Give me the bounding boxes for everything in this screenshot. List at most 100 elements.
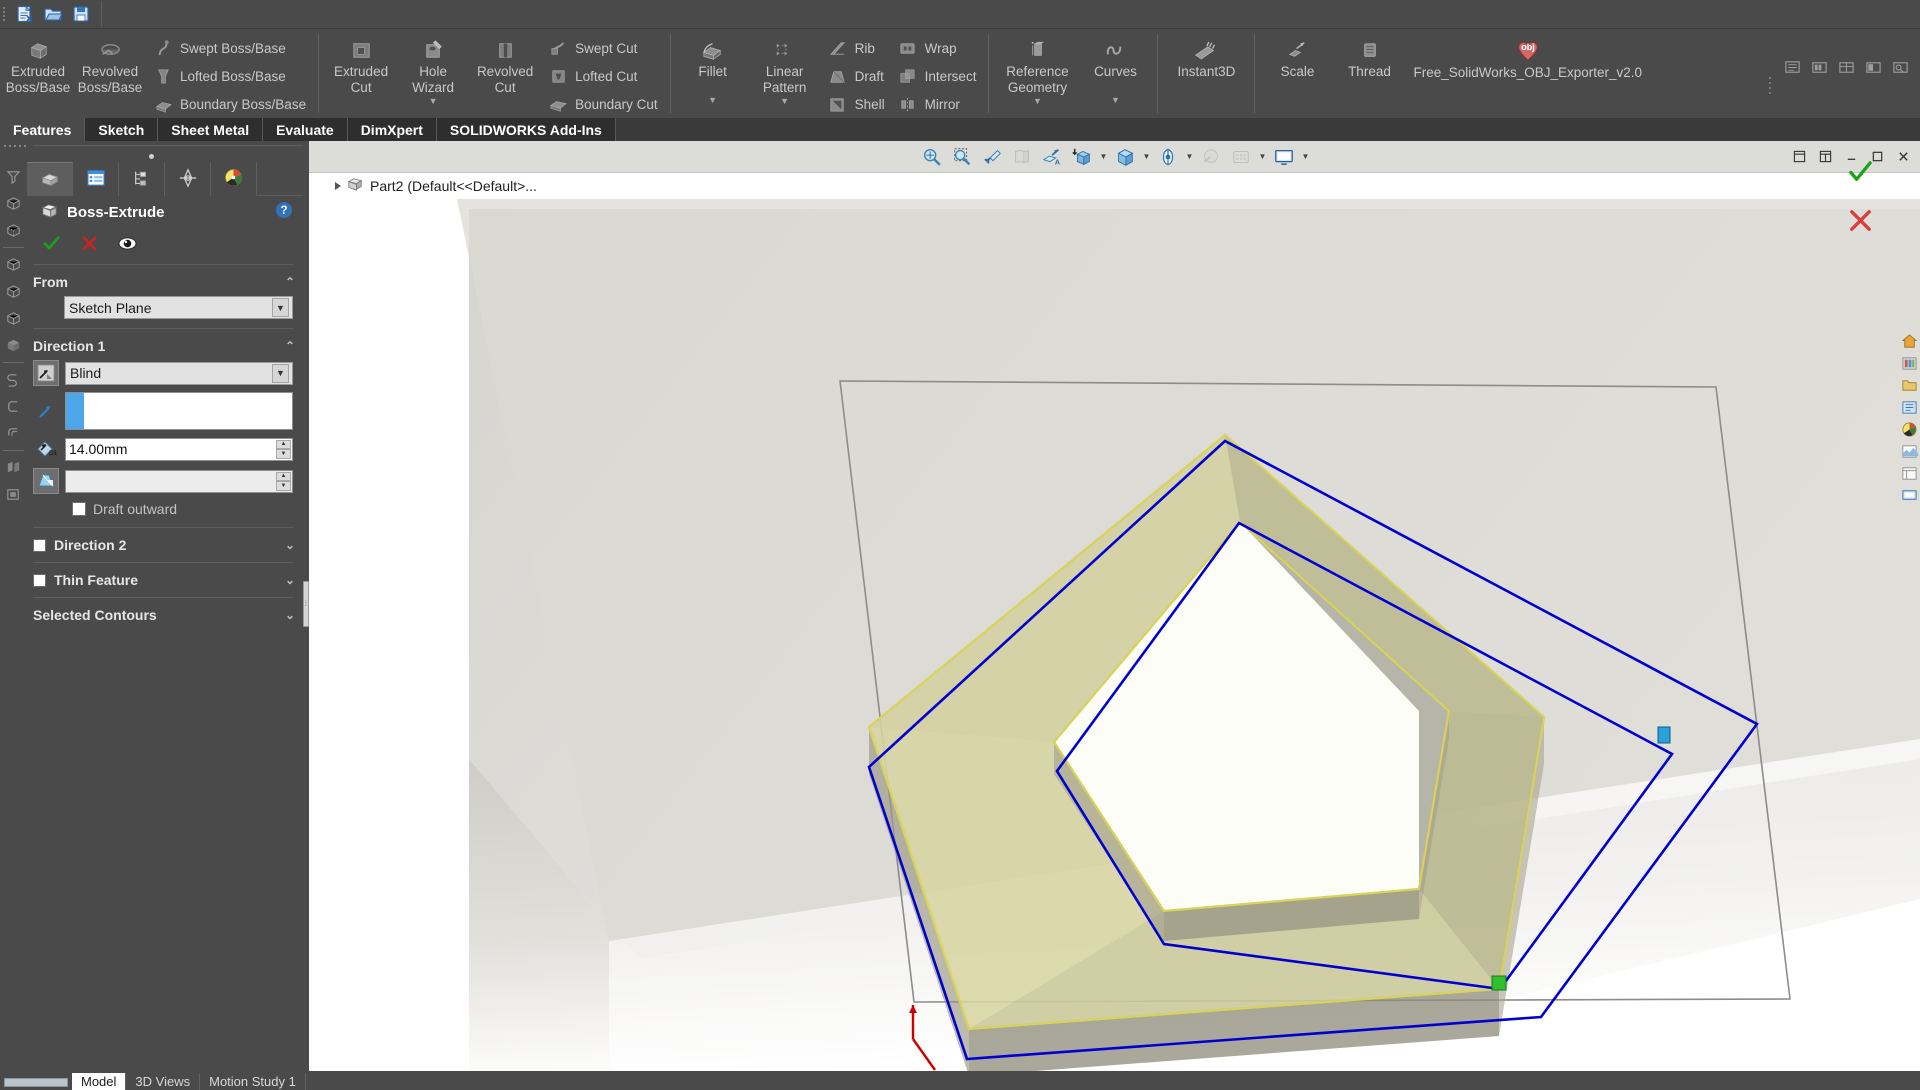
reverse-direction-icon[interactable] xyxy=(33,360,59,386)
wireframe-icon[interactable] xyxy=(1,278,26,305)
swept-boss-base-button[interactable]: Swept Boss/Base xyxy=(146,34,312,62)
sketch-c-icon[interactable] xyxy=(1,366,26,393)
view-palette-icon[interactable] xyxy=(1899,419,1919,439)
tab-sketch[interactable]: Sketch xyxy=(85,118,159,141)
property-manager-pin[interactable] xyxy=(0,150,303,162)
extruded-boss-base-button[interactable]: Extruded Boss/Base xyxy=(2,29,74,118)
mirror-entities-icon[interactable] xyxy=(1,454,26,481)
toolbar-settings-button[interactable] xyxy=(1806,55,1833,79)
sketch-u-icon[interactable] xyxy=(1,393,26,420)
linear-pattern-dropdown-caret[interactable]: ▼ xyxy=(780,95,789,107)
zoom-to-area-button[interactable] xyxy=(947,143,977,171)
direction1-draft-input[interactable]: ▲ ▼ xyxy=(65,469,293,493)
hide-show-button-ribbon[interactable] xyxy=(1860,55,1887,79)
previous-view-button[interactable] xyxy=(977,143,1007,171)
close-window-button[interactable] xyxy=(1890,145,1916,169)
open-document-button[interactable] xyxy=(39,2,67,27)
save-document-button[interactable] xyxy=(67,2,95,27)
zoom-to-fit-button[interactable] xyxy=(917,143,947,171)
tab-features[interactable]: Features xyxy=(0,118,86,141)
revolved-cut-button[interactable]: Revolved Cut xyxy=(469,29,541,118)
tile-doc-window-button[interactable] xyxy=(1812,145,1838,169)
feature-tree-root-label[interactable]: Part2 (Default<<Default>... xyxy=(370,178,537,194)
scale-button[interactable]: Scale xyxy=(1261,29,1333,118)
hide-show-items-button[interactable] xyxy=(1110,143,1140,171)
direction2-checkbox[interactable] xyxy=(33,538,46,552)
help-question-icon[interactable]: ? xyxy=(275,201,293,223)
section-view-button[interactable] xyxy=(1007,143,1037,171)
boundary-boss-base-button[interactable]: Boundary Boss/Base xyxy=(146,90,312,118)
expand-triangle-icon[interactable] xyxy=(335,182,341,190)
shell-button[interactable]: Shell xyxy=(821,90,891,118)
view-settings-caret[interactable]: ▼ xyxy=(1256,143,1269,171)
tab-solidworks-add-ins[interactable]: SOLIDWORKS Add-Ins xyxy=(436,118,616,141)
cancel-button[interactable] xyxy=(78,232,100,254)
thin-feature-section-header[interactable]: Thin Feature ⌄ xyxy=(0,569,303,591)
rib-button[interactable]: Rib xyxy=(821,34,891,62)
instant3d-button[interactable]: Instant3D xyxy=(1164,29,1248,118)
file-explorer-icon[interactable] xyxy=(1899,375,1919,395)
display-style-button[interactable] xyxy=(1067,143,1097,171)
thin-feature-expand-chevron[interactable]: ⌄ xyxy=(285,573,295,587)
fillet-dropdown-caret[interactable]: ▼ xyxy=(708,94,717,106)
options-button[interactable] xyxy=(1779,55,1806,79)
apply-scene-button[interactable] xyxy=(1196,143,1226,171)
lofted-cut-button[interactable]: Lofted Cut xyxy=(541,62,664,90)
pm-tab-feature-manager[interactable] xyxy=(27,162,73,196)
pm-tab-property-manager[interactable] xyxy=(73,162,119,196)
linear-pattern-button[interactable]: Linear Pattern ▼ xyxy=(749,29,821,118)
reference-geometry-dropdown-caret[interactable]: ▼ xyxy=(1033,95,1042,107)
intersect-button[interactable]: Intersect xyxy=(891,62,983,90)
restore-doc-window-button[interactable] xyxy=(1786,145,1812,169)
thread-button[interactable]: Thread xyxy=(1333,29,1405,118)
linear-sketch-pattern-icon[interactable] xyxy=(1,481,26,508)
3d-viewport[interactable]: x y z xyxy=(309,199,1920,1071)
search-commands-button[interactable] xyxy=(1887,55,1914,79)
direction1-depth-spinner[interactable]: ▲ ▼ xyxy=(276,439,291,459)
chevron-down-icon[interactable]: ▼ xyxy=(272,363,289,383)
display-style-button-ribbon[interactable] xyxy=(1833,55,1860,79)
extruded-cut-button[interactable]: Extruded Cut xyxy=(325,29,397,118)
confirm-ok-icon[interactable] xyxy=(1847,159,1874,191)
view-orientation-button[interactable]: A xyxy=(1037,143,1067,171)
display-style-caret[interactable]: ▼ xyxy=(1097,143,1110,171)
quick-access-grip[interactable] xyxy=(0,0,7,29)
search-panel-icon[interactable] xyxy=(1899,397,1919,417)
design-library-icon[interactable] xyxy=(1899,353,1919,373)
status-tab-motion-study-1[interactable]: Motion Study 1 xyxy=(200,1073,306,1090)
ribbon-right-grip[interactable] xyxy=(1767,55,1773,115)
display-pane-caret[interactable]: ▼ xyxy=(1299,143,1312,171)
new-document-button[interactable] xyxy=(11,2,39,27)
direction1-depth-input[interactable]: 14.00mm ▲ ▼ xyxy=(65,437,293,461)
reference-geometry-button[interactable]: Reference Geometry ▼ xyxy=(995,29,1079,118)
draft-angle-icon[interactable] xyxy=(33,468,59,494)
pm-tab-configuration-manager[interactable] xyxy=(119,162,165,196)
status-tab-model[interactable]: Model xyxy=(72,1073,127,1090)
direction1-reference-listbox[interactable] xyxy=(65,392,293,430)
curves-button[interactable]: Curves ▼ xyxy=(1079,29,1151,118)
selected-contours-section-header[interactable]: Selected Contours ⌄ xyxy=(0,604,303,626)
pm-tab-display-manager[interactable] xyxy=(211,162,257,196)
ok-button[interactable] xyxy=(40,232,62,254)
tab-dimxpert[interactable]: DimXpert xyxy=(347,118,437,141)
status-tab-3d-views[interactable]: 3D Views xyxy=(126,1073,201,1090)
tab-evaluate[interactable]: Evaluate xyxy=(263,118,348,141)
shaded-box-icon[interactable] xyxy=(1,251,26,278)
wrap-button[interactable]: Wrap xyxy=(891,34,983,62)
preview-button[interactable] xyxy=(116,232,138,254)
hide-show-caret[interactable]: ▼ xyxy=(1140,143,1153,171)
swept-cut-button[interactable]: Swept Cut xyxy=(541,34,664,62)
edit-appearance-button[interactable] xyxy=(1153,143,1183,171)
direction2-expand-chevron[interactable]: ⌄ xyxy=(285,538,295,552)
lofted-boss-base-button[interactable]: Lofted Boss/Base xyxy=(146,62,312,90)
status-bar-drag-handle[interactable] xyxy=(4,1078,68,1087)
view-settings-button[interactable] xyxy=(1226,143,1256,171)
tab-sheet-metal[interactable]: Sheet Metal xyxy=(158,118,264,141)
direction1-collapse-chevron[interactable]: ⌃ xyxy=(285,339,295,353)
hidden-lines-icon[interactable] xyxy=(1,217,26,244)
direction1-end-condition-select[interactable]: Blind ▼ xyxy=(65,361,293,385)
direction1-draft-spinner[interactable]: ▲ ▼ xyxy=(276,471,291,491)
chevron-down-icon[interactable]: ▼ xyxy=(272,298,289,317)
direction2-section-header[interactable]: Direction 2 ⌄ xyxy=(0,534,303,556)
box-select-icon[interactable] xyxy=(1,190,26,217)
